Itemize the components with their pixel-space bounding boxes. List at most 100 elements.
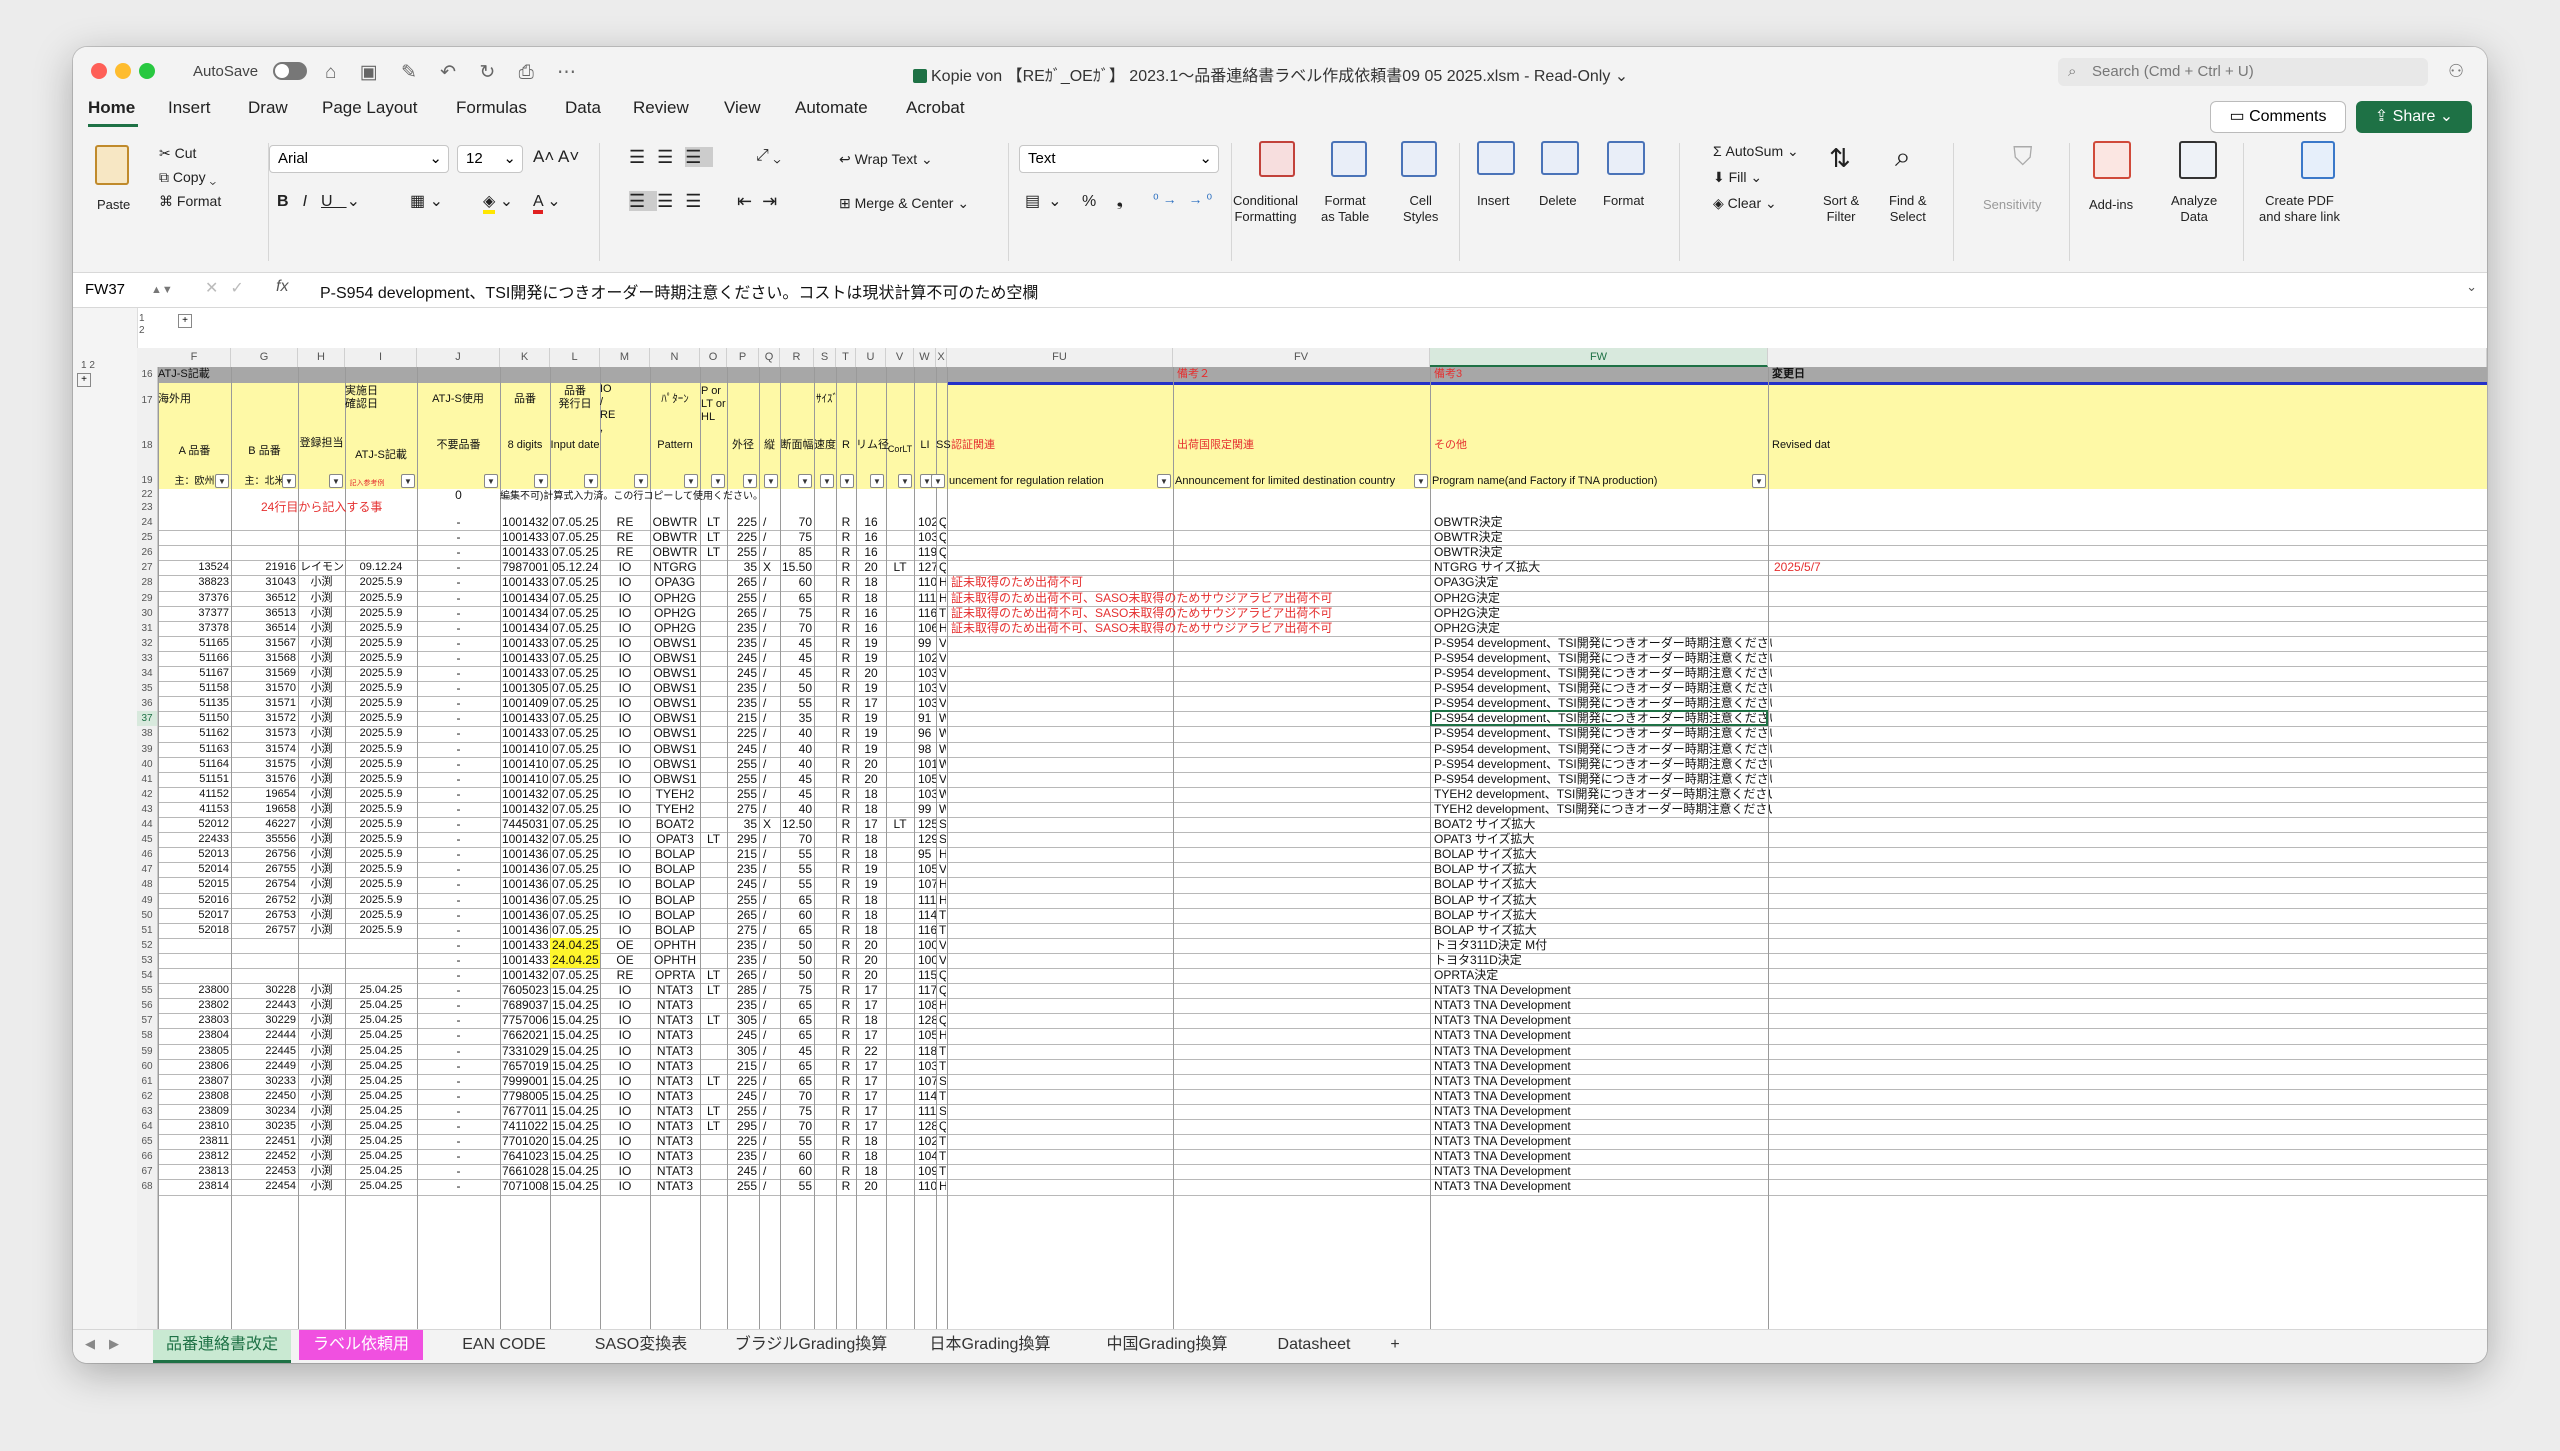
cell-n-32[interactable]: OBWS1	[652, 636, 698, 651]
cell-i-38[interactable]: 2025.5.9	[347, 726, 415, 741]
cell-fw-39[interactable]: P-S954 development、TSI開発につきオーダー時期注意ください。…	[1434, 742, 1772, 757]
cell-g-68[interactable]: 22454	[233, 1179, 296, 1194]
cell-k-55[interactable]: 76050236	[502, 983, 548, 998]
cell-p-24[interactable]: 225	[729, 515, 757, 530]
cell-fw-42[interactable]: TYEH2 development、TSI開発につきオーダー時期注意ください。コ…	[1434, 787, 1772, 802]
cell-q-36[interactable]: /	[763, 696, 780, 711]
cell-w-42[interactable]: 103	[918, 787, 936, 802]
cell-k-27[interactable]: 79870013	[502, 560, 548, 575]
cell-m-45[interactable]: IO	[602, 832, 648, 847]
cell-fw-48[interactable]: BOLAP サイズ拡大	[1434, 877, 1772, 892]
cell-u-47[interactable]: 19	[858, 862, 884, 877]
cell-t-38[interactable]: R	[838, 726, 854, 741]
cell-t-61[interactable]: R	[838, 1074, 854, 1089]
format-as-table-label[interactable]: Format as Table	[1321, 193, 1369, 225]
cell-u-25[interactable]: 16	[858, 530, 884, 545]
cell-q-38[interactable]: /	[763, 726, 780, 741]
cell-r-25[interactable]: 75	[782, 530, 812, 545]
cell-l-42[interactable]: 07.05.25	[552, 787, 598, 802]
cell-r-58[interactable]: 65	[782, 1028, 812, 1043]
tab-automate[interactable]: Automate	[795, 98, 868, 118]
cell-n-24[interactable]: OBWTR	[652, 515, 698, 530]
find-select-label[interactable]: Find & Select	[1889, 193, 1927, 225]
cell-r-26[interactable]: 85	[782, 545, 812, 560]
minimize-window-button[interactable]	[115, 63, 131, 79]
cell-i-29[interactable]: 2025.5.9	[347, 591, 415, 606]
cell-u-57[interactable]: 18	[858, 1013, 884, 1028]
cell-k-42[interactable]: 10014326	[502, 787, 548, 802]
cell-t-41[interactable]: R	[838, 772, 854, 787]
cell-l-31[interactable]: 07.05.25	[552, 621, 598, 636]
cell-m-35[interactable]: IO	[602, 681, 648, 696]
cell-j-29[interactable]: -	[419, 591, 498, 606]
sort-filter-icon[interactable]: ⇅	[1829, 143, 1851, 174]
filter-dropdown-icon[interactable]: ▼	[534, 474, 548, 488]
cell-t-31[interactable]: R	[838, 621, 854, 636]
cell-v-44[interactable]: LT	[888, 817, 912, 832]
cell-n-67[interactable]: NTAT3	[652, 1164, 698, 1179]
cell-p-54[interactable]: 265	[729, 968, 757, 983]
indent-buttons[interactable]: ⇤⇥	[737, 191, 787, 212]
cell-l-29[interactable]: 07.05.25	[552, 591, 598, 606]
cell-u-51[interactable]: 18	[858, 923, 884, 938]
cell-m-54[interactable]: RE	[602, 968, 648, 983]
cell-u-29[interactable]: 18	[858, 591, 884, 606]
cell-j-64[interactable]: -	[419, 1119, 498, 1134]
cell-n-30[interactable]: OPH2G	[652, 606, 698, 621]
cell-p-64[interactable]: 295	[729, 1119, 757, 1134]
column-header-fw[interactable]: FW	[1430, 348, 1768, 367]
cell-x-52[interactable]: V	[939, 938, 946, 953]
cell-g-42[interactable]: 19654	[233, 787, 296, 802]
cell-w-64[interactable]: 128	[918, 1119, 936, 1134]
cell-i-46[interactable]: 2025.5.9	[347, 847, 415, 862]
cell-m-30[interactable]: IO	[602, 606, 648, 621]
cell-grid[interactable]: ATJ-S記載 海外用 実施日 確認日 ATJ-S使用 品番 品番 発行日 IO / RE …	[158, 367, 2487, 1330]
cell-g-37[interactable]: 31572	[233, 711, 296, 726]
cell-u-49[interactable]: 18	[858, 893, 884, 908]
cell-j-34[interactable]: -	[419, 666, 498, 681]
cell-k-68[interactable]: 70710080	[502, 1179, 548, 1194]
filter-dropdown-icon[interactable]: ▼	[898, 474, 912, 488]
cell-h-50[interactable]: 小渕	[300, 908, 343, 923]
cell-r-59[interactable]: 45	[782, 1044, 812, 1059]
cut-button[interactable]: ✂ Cut	[159, 145, 196, 162]
cell-m-57[interactable]: IO	[602, 1013, 648, 1028]
cell-m-25[interactable]: RE	[602, 530, 648, 545]
cell-p-43[interactable]: 275	[729, 802, 757, 817]
cell-h-49[interactable]: 小渕	[300, 893, 343, 908]
cell-r-30[interactable]: 75	[782, 606, 812, 621]
cell-f-65[interactable]: 23811	[160, 1134, 229, 1149]
cell-q-64[interactable]: /	[763, 1119, 780, 1134]
row-header-54[interactable]: 54	[137, 968, 157, 983]
cell-t-33[interactable]: R	[838, 651, 854, 666]
cell-h-68[interactable]: 小渕	[300, 1179, 343, 1194]
cell-u-53[interactable]: 20	[858, 953, 884, 968]
zoom-window-button[interactable]	[139, 63, 155, 79]
cell-n-26[interactable]: OBWTR	[652, 545, 698, 560]
cell-f-31[interactable]: 37378	[160, 621, 229, 636]
add-ins-label[interactable]: Add-ins	[2089, 197, 2133, 213]
cell-k-35[interactable]: 10013050	[502, 681, 548, 696]
copy-button[interactable]: ⧉ Copy ⌄	[159, 169, 216, 186]
cell-i-30[interactable]: 2025.5.9	[347, 606, 415, 621]
cell-w-37[interactable]: 91	[918, 711, 936, 726]
cell-fw-64[interactable]: NTAT3 TNA Development	[1434, 1119, 1772, 1134]
column-header-fu[interactable]: FU	[947, 348, 1173, 367]
row-header-51[interactable]: 51	[137, 923, 157, 938]
create-pdf-icon[interactable]	[2301, 141, 2335, 179]
font-color-button[interactable]: A ⌄	[533, 191, 561, 214]
cell-fw-28[interactable]: OPA3G決定	[1434, 575, 1772, 590]
cell-w-25[interactable]: 103	[918, 530, 936, 545]
filter-dropdown-icon[interactable]: ▼	[634, 474, 648, 488]
cell-q-67[interactable]: /	[763, 1164, 780, 1179]
cell-w-47[interactable]: 105	[918, 862, 936, 877]
cell-k-58[interactable]: 76620210	[502, 1028, 548, 1043]
orientation-button[interactable]: ⤢ ⌄	[756, 147, 781, 165]
cell-r-29[interactable]: 65	[782, 591, 812, 606]
number-format-select[interactable]: Text ⌄	[1019, 145, 1219, 173]
cell-n-58[interactable]: NTAT3	[652, 1028, 698, 1043]
cell-r-34[interactable]: 45	[782, 666, 812, 681]
cell-n-50[interactable]: BOLAP	[652, 908, 698, 923]
cell-t-42[interactable]: R	[838, 787, 854, 802]
cell-w-55[interactable]: 117	[918, 983, 936, 998]
